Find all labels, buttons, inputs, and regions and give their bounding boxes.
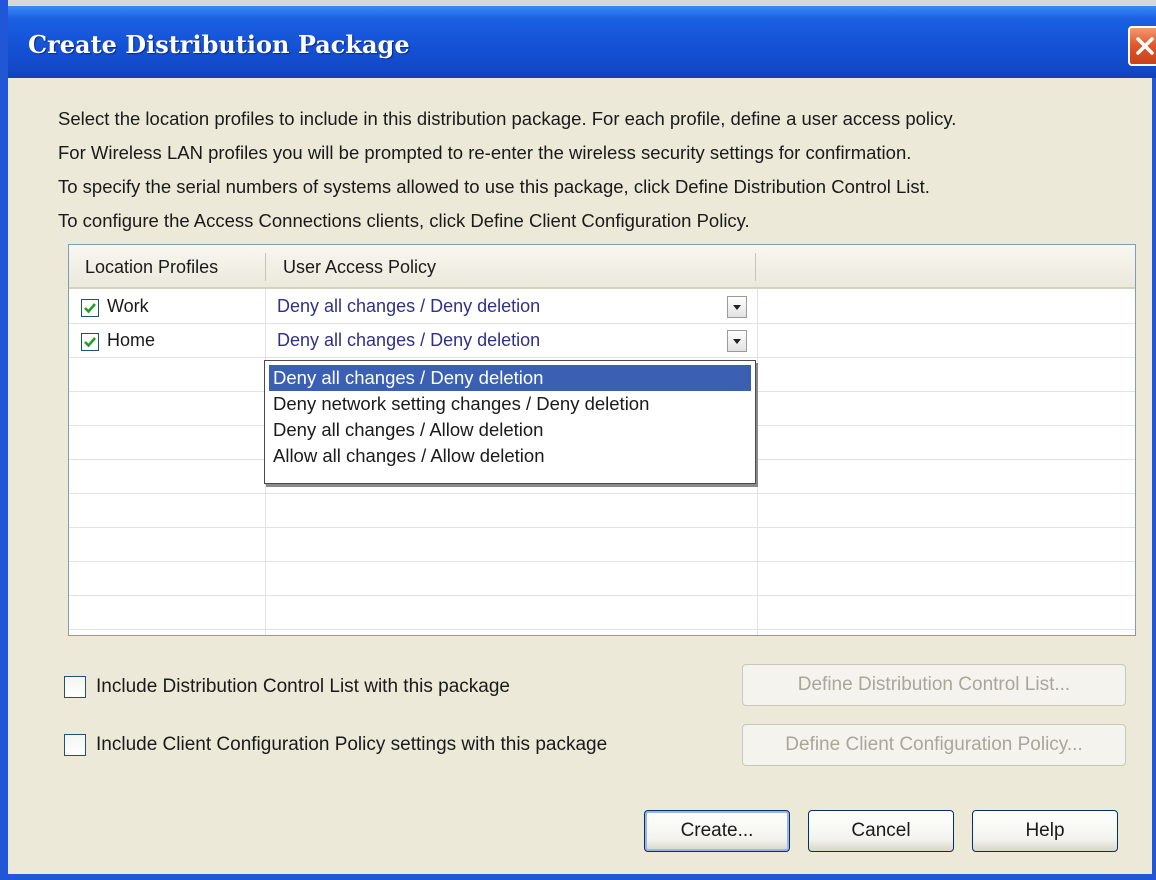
grid-line [69, 527, 1135, 528]
window-title: Create Distribution Package [28, 30, 410, 59]
policy-value[interactable]: Deny all changes / Deny deletion [277, 330, 540, 351]
close-button[interactable] [1128, 26, 1156, 66]
checkmark-icon [84, 337, 96, 348]
include-ccp-checkbox[interactable] [64, 734, 86, 756]
chevron-down-icon [733, 305, 741, 310]
policy-value[interactable]: Deny all changes / Deny deletion [277, 296, 540, 317]
dropdown-option[interactable]: Deny network setting changes / Deny dele… [269, 391, 751, 417]
intro-line: Select the location profiles to include … [58, 108, 957, 129]
dropdown-option[interactable]: Allow all changes / Allow deletion [269, 443, 751, 469]
dropdown-option[interactable]: Deny all changes / Allow deletion [269, 417, 751, 443]
title-bar[interactable]: Create Distribution Package [8, 0, 1156, 78]
policy-dropdown-button[interactable] [727, 330, 747, 352]
profile-checkbox[interactable] [81, 299, 99, 317]
dialog-window: Create Distribution Package Select the l… [0, 0, 1156, 880]
include-dcl-label[interactable]: Include Distribution Control List with t… [96, 676, 510, 698]
table-row[interactable]: Home Deny all changes / Deny deletion [69, 325, 1135, 359]
column-header-location-profiles[interactable]: Location Profiles [85, 257, 218, 278]
help-button[interactable]: Help [972, 810, 1118, 852]
profile-checkbox[interactable] [81, 333, 99, 351]
intro-line: To configure the Access Connections clie… [58, 210, 750, 231]
policy-dropdown-button[interactable] [727, 296, 747, 318]
cancel-button[interactable]: Cancel [808, 810, 954, 852]
table-row[interactable]: Work Deny all changes / Deny deletion [69, 291, 1135, 325]
column-separator[interactable] [755, 253, 756, 281]
intro-line: To specify the serial numbers of systems… [58, 176, 930, 197]
define-ccp-button[interactable]: Define Client Configuration Policy... [742, 724, 1126, 766]
column-header-user-access-policy[interactable]: User Access Policy [283, 257, 436, 278]
close-icon [1136, 37, 1154, 55]
include-dcl-checkbox[interactable] [64, 676, 86, 698]
column-separator[interactable] [265, 253, 266, 281]
dropdown-option[interactable]: Deny all changes / Deny deletion [269, 365, 751, 391]
define-dcl-button[interactable]: Define Distribution Control List... [742, 664, 1126, 706]
list-header: Location Profiles User Access Policy [69, 245, 1135, 289]
intro-line: For Wireless LAN profiles you will be pr… [58, 142, 912, 163]
checkmark-icon [84, 303, 96, 314]
profile-name: Home [107, 330, 156, 350]
include-ccp-label[interactable]: Include Client Configuration Policy sett… [96, 734, 607, 756]
chevron-down-icon [733, 339, 741, 344]
grid-line [69, 595, 1135, 596]
create-button[interactable]: Create... [644, 810, 790, 852]
grid-line [69, 493, 1135, 494]
intro-text: Select the location profiles to include … [58, 102, 1138, 238]
profile-name: Work [107, 296, 149, 316]
policy-dropdown-list[interactable]: Deny all changes / Deny deletion Deny ne… [264, 360, 756, 484]
grid-line [69, 629, 1135, 630]
grid-line [69, 561, 1135, 562]
